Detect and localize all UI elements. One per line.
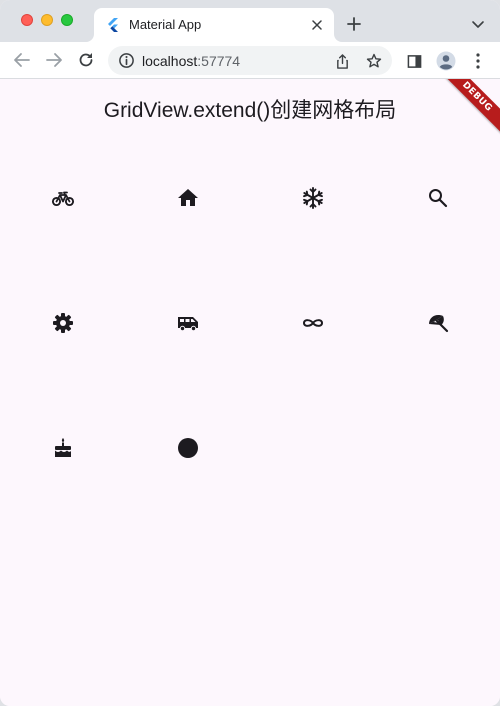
window-close-button[interactable] [21,14,33,26]
side-panel-button[interactable] [403,50,425,72]
grid-item-circle[interactable] [125,385,250,510]
grid-item-cake[interactable] [0,385,125,510]
app-content: GridView.extend()创建网格布局 DEBUG [0,79,500,706]
arrow-left-icon [14,53,30,67]
plus-icon [347,17,361,31]
side-panel-icon [407,54,421,68]
grid-item-infinity[interactable] [250,260,375,385]
bicycle-icon [51,191,74,206]
grid-item-van[interactable] [125,260,250,385]
infinity-icon [302,318,323,327]
url-port: :57774 [197,53,241,69]
reload-button[interactable] [75,49,97,71]
van-icon [177,316,198,331]
url-host: localhost [142,53,198,69]
browser-menu-button[interactable] [467,50,489,72]
close-icon [312,20,322,30]
grid-item-home[interactable] [125,135,250,260]
star-icon [366,53,382,68]
address-bar[interactable]: localhost:57774 [108,46,392,75]
search-icon [428,188,447,207]
avatar-icon [436,51,456,71]
window-maximize-button[interactable] [61,14,73,26]
circle-icon [177,437,198,458]
browser-toolbar: localhost:57774 [0,42,500,79]
bookmark-button[interactable] [364,51,384,71]
share-button[interactable] [332,51,352,71]
address-url[interactable]: localhost:57774 [142,53,240,69]
more-vertical-icon [476,53,480,69]
beach-umbrella-icon [428,314,448,332]
grid-item-snowflake[interactable] [250,135,375,260]
tab-search-button[interactable] [468,14,488,34]
grid-item-settings[interactable] [0,260,125,385]
profile-button[interactable] [435,50,457,72]
tab-close-button[interactable] [308,16,326,34]
window-minimize-button[interactable] [41,14,53,26]
grid-item-search[interactable] [375,135,500,260]
forward-button[interactable] [43,49,65,71]
settings-icon [52,312,73,333]
share-icon [336,53,348,69]
tab-title: Material App [129,17,202,32]
grid-item-bicycle[interactable] [0,135,125,260]
cake-icon [54,437,71,457]
flutter-favicon-icon [108,18,118,32]
home-icon [177,188,198,206]
back-button[interactable] [11,49,33,71]
arrow-right-icon [46,53,62,67]
page-title: GridView.extend()创建网格布局 [103,99,397,122]
browser-window: Material App localhost:57774 GridView.ex… [0,0,500,706]
info-icon[interactable] [118,52,135,69]
tab-strip: Material App [0,0,500,42]
grid-item-beach-umbrella[interactable] [375,260,500,385]
snowflake-icon [302,186,323,209]
chevron-down-icon [472,21,484,28]
new-tab-button[interactable] [344,14,364,34]
reload-icon [79,53,93,67]
browser-tab[interactable]: Material App [94,8,334,42]
